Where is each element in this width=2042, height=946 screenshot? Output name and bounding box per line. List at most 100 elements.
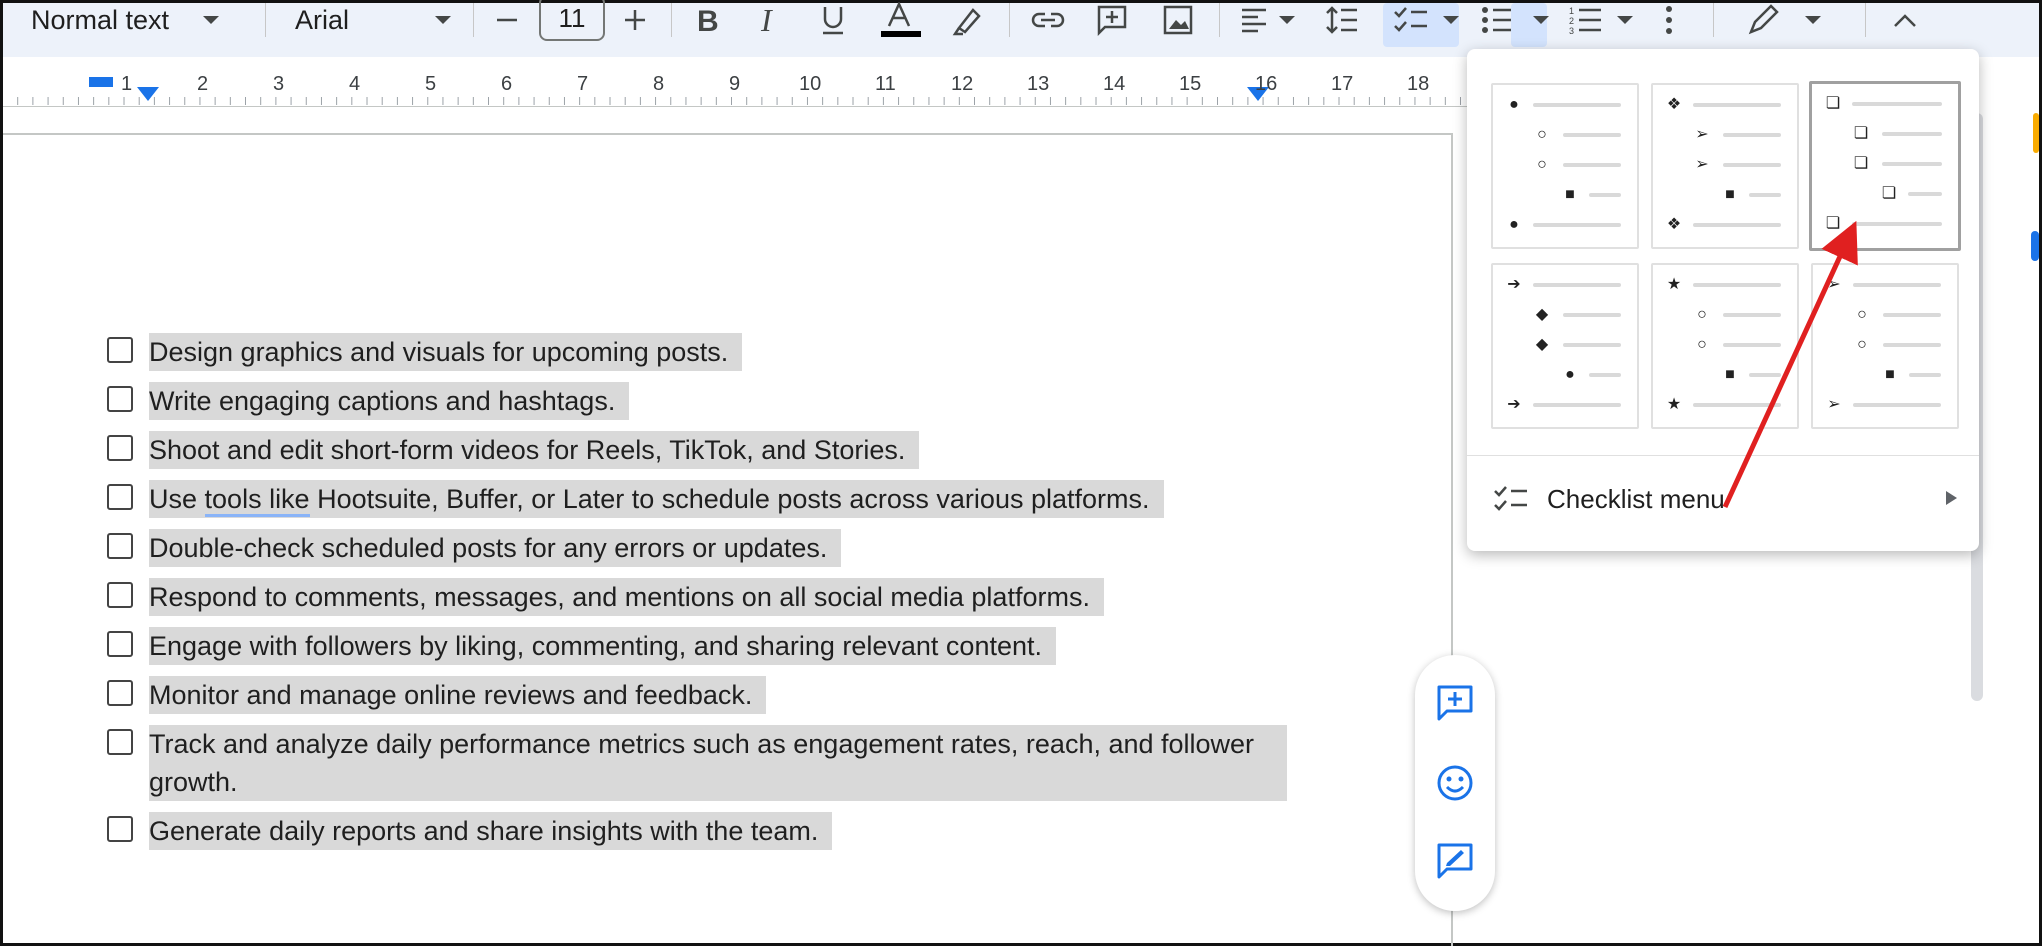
preview-line — [1852, 102, 1942, 106]
chevron-down-icon — [203, 16, 220, 24]
list-item: Shoot and edit short-form videos for Ree… — [107, 431, 1287, 469]
line-spacing-button[interactable] — [1325, 3, 1359, 37]
bullet-style-option[interactable]: ➢ ○ ○ ■ ➢ — [1811, 263, 1959, 429]
style-select-label: Normal text — [31, 4, 170, 35]
ruler-number: 18 — [1407, 73, 1430, 95]
checkbox[interactable] — [107, 631, 133, 657]
preview-line — [1533, 283, 1621, 287]
align-button[interactable] — [1239, 3, 1295, 37]
italic-button[interactable]: I — [755, 3, 785, 37]
font-select[interactable]: Arial — [295, 3, 452, 37]
checkbox[interactable] — [107, 337, 133, 363]
highlight-color-button[interactable] — [951, 3, 985, 37]
decrease-font-size-button[interactable] — [493, 3, 521, 37]
ruler-number: 8 — [653, 73, 665, 95]
ruler-number: 16 — [1255, 73, 1278, 95]
font-select-label: Arial — [295, 4, 350, 35]
add-comment-button[interactable] — [1095, 3, 1129, 37]
bold-button[interactable]: B — [693, 3, 723, 37]
checkbox[interactable] — [107, 484, 133, 510]
preview-line — [1693, 283, 1781, 287]
ruler-number: 7 — [577, 73, 589, 95]
increase-font-size-button[interactable] — [621, 3, 649, 37]
bullet-style-option[interactable]: ● ○ ○ ■ ● — [1491, 83, 1639, 249]
list-item-text[interactable]: Shoot and edit short-form videos for Ree… — [149, 431, 920, 469]
add-comment-float-button[interactable] — [1435, 683, 1475, 723]
side-panel-tab[interactable] — [2031, 231, 2039, 261]
first-line-indent-marker[interactable] — [137, 87, 159, 101]
insert-image-button[interactable] — [1161, 3, 1195, 37]
collapse-toolbar-button[interactable] — [1891, 3, 1919, 37]
menu-divider — [1467, 455, 1979, 456]
checkbox[interactable] — [107, 729, 133, 755]
list-item-text[interactable]: Design graphics and visuals for upcoming… — [149, 333, 743, 371]
checklist-button[interactable] — [1393, 3, 1459, 37]
ruler-number: 17 — [1331, 73, 1354, 95]
checkbox[interactable] — [107, 386, 133, 412]
style-select[interactable]: Normal text — [31, 3, 220, 37]
underline-button[interactable] — [817, 3, 849, 37]
list-item: Monitor and manage online reviews and fe… — [107, 676, 1287, 714]
preview-line — [1723, 313, 1781, 317]
bullet-glyph: ➔ — [1507, 276, 1521, 293]
left-indent-handle[interactable] — [89, 77, 113, 87]
svg-text:2: 2 — [1569, 16, 1574, 26]
checkbox[interactable] — [107, 435, 133, 461]
checkbox-glyph: ❏ — [1853, 155, 1869, 172]
bullet-glyph: ● — [1509, 96, 1519, 113]
bullet-style-option[interactable]: ★ ○ ○ ■ ★ — [1651, 263, 1799, 429]
checklist-icon — [1494, 486, 1527, 511]
bullet-style-option[interactable]: ❖ ➢ ➢ ■ ❖ — [1651, 83, 1799, 249]
bulleted-list-button[interactable] — [1481, 3, 1515, 37]
preview-line — [1563, 133, 1621, 137]
preview-line — [1909, 373, 1941, 377]
preview-line — [1723, 163, 1781, 167]
checkbox[interactable] — [107, 816, 133, 842]
ruler[interactable]: 1 2 3 4 5 6 7 8 9 10 11 12 13 14 15 16 1… — [3, 73, 1483, 107]
spellcheck-underline[interactable]: tools like — [204, 484, 310, 517]
svg-text:B: B — [697, 5, 719, 36]
bullet-glyph: ○ — [1697, 306, 1707, 323]
insert-link-button[interactable] — [1029, 3, 1067, 37]
add-emoji-reaction-button[interactable] — [1435, 763, 1475, 803]
preview-line — [1533, 403, 1621, 407]
checklist-menu-item[interactable]: Checklist menu — [1493, 479, 1963, 519]
checkbox-style-option[interactable]: ❏ ❏ ❏ ❏ ❏ — [1809, 81, 1961, 251]
list-item-text[interactable]: Engage with followers by liking, comment… — [149, 627, 1056, 665]
bullet-glyph: ❖ — [1666, 96, 1682, 113]
bullet-glyph: ➢ — [1827, 276, 1841, 293]
list-item-text[interactable]: Track and analyze daily performance metr… — [149, 725, 1287, 801]
font-size-input[interactable]: 11 — [539, 0, 605, 41]
text-segment: Hootsuite, Buffer, or Later to schedule … — [309, 484, 1150, 514]
preview-line — [1853, 403, 1941, 407]
ruler-number: 9 — [729, 73, 741, 95]
text-color-button[interactable] — [879, 2, 923, 37]
checkbox[interactable] — [107, 582, 133, 608]
numbered-list-button[interactable]: 123 — [1569, 3, 1633, 37]
bulleted-list-dropdown[interactable] — [1533, 3, 1549, 37]
list-item-text[interactable]: Use tools like Hootsuite, Buffer, or Lat… — [149, 480, 1164, 518]
pencil-icon — [1748, 4, 1779, 35]
chevron-down-icon — [435, 16, 452, 24]
list-item-text[interactable]: Double-check scheduled posts for any err… — [149, 529, 842, 567]
preview-line — [1563, 343, 1621, 347]
checkbox[interactable] — [107, 533, 133, 559]
list-item-text[interactable]: Write engaging captions and hashtags. — [149, 382, 630, 420]
list-item-text[interactable]: Monitor and manage online reviews and fe… — [149, 676, 767, 714]
checkbox[interactable] — [107, 680, 133, 706]
text-segment: Use — [149, 484, 205, 514]
list-item-text[interactable]: Respond to comments, messages, and menti… — [149, 578, 1104, 616]
bullet-glyph: ★ — [1666, 276, 1682, 293]
side-panel-tab[interactable] — [2033, 113, 2039, 153]
preview-line — [1853, 283, 1941, 287]
ruler-number: 10 — [799, 73, 822, 95]
checklist-style-menu: ● ○ ○ ■ ● ❖ ➢ ➢ ■ ❖ ❏ ❏ ❏ ❏ ❏ ➔ ◆ ◆ ● ➔ … — [1467, 49, 1979, 551]
chevron-down-icon — [1443, 16, 1459, 24]
suggest-edits-button[interactable] — [1435, 841, 1475, 881]
more-options-button[interactable] — [1663, 3, 1675, 37]
toolbar-divider — [265, 3, 266, 37]
list-item-text[interactable]: Generate daily reports and share insight… — [149, 812, 833, 850]
editing-mode-button[interactable] — [1747, 3, 1821, 37]
bullet-style-option[interactable]: ➔ ◆ ◆ ● ➔ — [1491, 263, 1639, 429]
preview-line — [1882, 132, 1942, 136]
